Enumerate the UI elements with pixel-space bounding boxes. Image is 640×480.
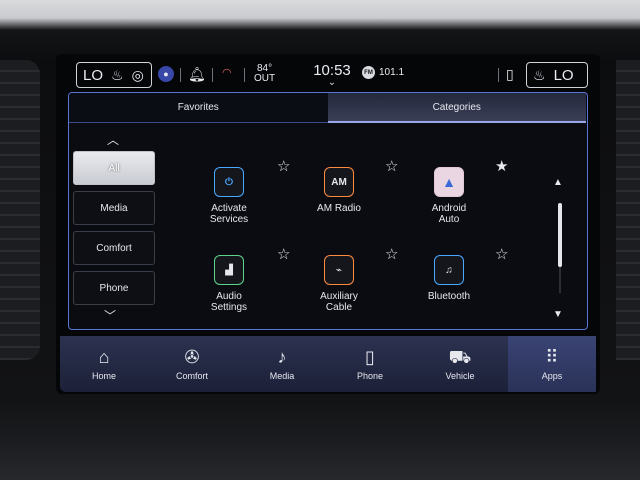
- category-scroll-down-icon[interactable]: ﹀: [104, 307, 116, 324]
- scroll-up-arrow-icon[interactable]: ▲: [553, 177, 563, 188]
- media-icon: ♪: [277, 347, 287, 367]
- activate-services-icon: ⏻: [214, 167, 244, 197]
- app-android-auto[interactable]: ▲ Android Auto: [409, 167, 489, 225]
- tab-label: Categories: [432, 101, 481, 113]
- app-label: Settings: [210, 302, 248, 313]
- category-all[interactable]: All: [73, 151, 155, 185]
- nav-home[interactable]: ⌂ Home: [64, 336, 144, 392]
- tab-label: Favorites: [177, 102, 219, 113]
- category-label: Phone: [99, 282, 129, 294]
- vehicle-icon: ⛟: [448, 347, 472, 367]
- divider: [212, 68, 213, 82]
- scroll-down-arrow-icon[interactable]: ▼: [553, 309, 563, 320]
- favorite-star-icon[interactable]: ☆: [277, 157, 290, 175]
- app-label: AM Radio: [317, 203, 361, 214]
- apps-icon: ⠿: [545, 347, 559, 367]
- app-label: Bluetooth: [427, 291, 471, 302]
- nav-label: Media: [269, 371, 295, 381]
- am-radio-icon: AM: [324, 167, 354, 197]
- category-phone[interactable]: Phone: [73, 271, 155, 305]
- audio-settings-icon: ▟: [214, 255, 244, 285]
- app-label: Auto: [438, 214, 460, 225]
- app-am-radio[interactable]: AM AM Radio: [299, 167, 379, 214]
- outside-temperature: 84° OUT: [254, 64, 275, 84]
- wifi-icon[interactable]: ◠: [222, 66, 232, 79]
- favorite-star-icon[interactable]: ☆: [277, 245, 290, 263]
- divider: [244, 68, 245, 82]
- app-bluetooth[interactable]: ♫ Bluetooth: [409, 255, 489, 302]
- category-comfort[interactable]: Comfort: [73, 231, 155, 265]
- status-bar: LO ♨ ◎ ● 🔔︎ ◠ 84° OUT 10:53 ⌄ FM 101.1 ▯…: [70, 58, 594, 92]
- android-auto-icon: ▲: [434, 167, 464, 197]
- air-vent-left: [0, 60, 40, 360]
- outside-temp-label: OUT: [254, 73, 276, 84]
- bottom-navigation: ⌂ Home ✇ Comfort ♪ Media ▯ Phone ⛟ Vehic…: [60, 336, 596, 392]
- nav-label: Vehicle: [445, 371, 475, 381]
- phone-status-icon[interactable]: ▯: [506, 66, 514, 83]
- tab-bar: Favorites Categories: [69, 93, 586, 123]
- nav-label: Comfort: [175, 371, 208, 381]
- nav-vehicle[interactable]: ⛟ Vehicle: [420, 336, 500, 392]
- air-vent-right: [616, 60, 640, 360]
- app-label: Android: [431, 203, 467, 214]
- nav-apps[interactable]: ⠿ Apps: [508, 336, 596, 392]
- app-label: Services: [209, 214, 249, 225]
- right-climate-control[interactable]: ♨ LO: [526, 62, 588, 88]
- tab-favorites[interactable]: Favorites: [69, 93, 328, 123]
- left-climate-control[interactable]: LO ♨ ◎: [76, 62, 152, 88]
- left-temp: LO: [83, 66, 104, 84]
- favorite-star-icon[interactable]: ☆: [385, 157, 398, 175]
- notification-bell-icon[interactable]: 🔔︎: [188, 66, 206, 83]
- radio-station: 101.1: [379, 67, 405, 78]
- favorite-star-filled-icon[interactable]: ★: [495, 157, 508, 175]
- category-label: Media: [100, 202, 128, 214]
- now-playing-radio[interactable]: FM 101.1: [362, 66, 404, 79]
- scrollbar-thumb[interactable]: [558, 203, 562, 267]
- app-label: Cable: [325, 302, 353, 313]
- category-label: Comfort: [96, 242, 132, 254]
- favorite-star-icon[interactable]: ☆: [385, 245, 398, 263]
- app-auxiliary-cable[interactable]: ⌁ Auxiliary Cable: [299, 255, 379, 313]
- phone-icon: ▯: [365, 347, 375, 367]
- apps-panel: Favorites Categories ︿ All Media Comfort…: [68, 92, 588, 330]
- category-media[interactable]: Media: [73, 191, 155, 225]
- category-label: All: [108, 162, 120, 174]
- nav-label: Home: [91, 371, 116, 381]
- comfort-icon: ✇: [184, 347, 200, 367]
- home-icon: ⌂: [98, 347, 110, 367]
- heated-wheel-icon: ◎: [131, 66, 144, 83]
- favorite-star-icon[interactable]: ☆: [495, 245, 508, 263]
- heated-seat-right-icon: ♨: [533, 66, 546, 83]
- auxiliary-cable-icon: ⌁: [324, 255, 354, 285]
- nav-media[interactable]: ♪ Media: [242, 336, 322, 392]
- nav-comfort[interactable]: ✇ Comfort: [152, 336, 232, 392]
- app-audio-settings[interactable]: ▟ Audio Settings: [189, 255, 269, 313]
- clock[interactable]: 10:53 ⌄: [310, 62, 354, 88]
- heated-seat-left-icon: ♨: [111, 66, 124, 83]
- divider: [180, 68, 181, 82]
- chevron-down-icon: ⌄: [327, 77, 337, 88]
- nav-label: Phone: [356, 371, 384, 381]
- nav-phone[interactable]: ▯ Phone: [330, 336, 410, 392]
- divider: [498, 68, 499, 82]
- app-activate-services[interactable]: ⏻ Activate Services: [189, 167, 269, 225]
- app-label: Audio: [216, 291, 242, 302]
- bluetooth-icon: ♫: [434, 255, 464, 285]
- driver-profile-icon[interactable]: ●: [158, 66, 174, 82]
- tab-categories[interactable]: Categories: [327, 93, 586, 123]
- app-label: Auxiliary: [320, 291, 358, 302]
- right-temp: LO: [553, 66, 574, 84]
- radio-badge-icon: FM: [362, 66, 375, 79]
- category-scroll-up-icon[interactable]: ︿: [107, 131, 119, 148]
- nav-label: Apps: [541, 371, 563, 381]
- app-label: Activate: [211, 203, 247, 214]
